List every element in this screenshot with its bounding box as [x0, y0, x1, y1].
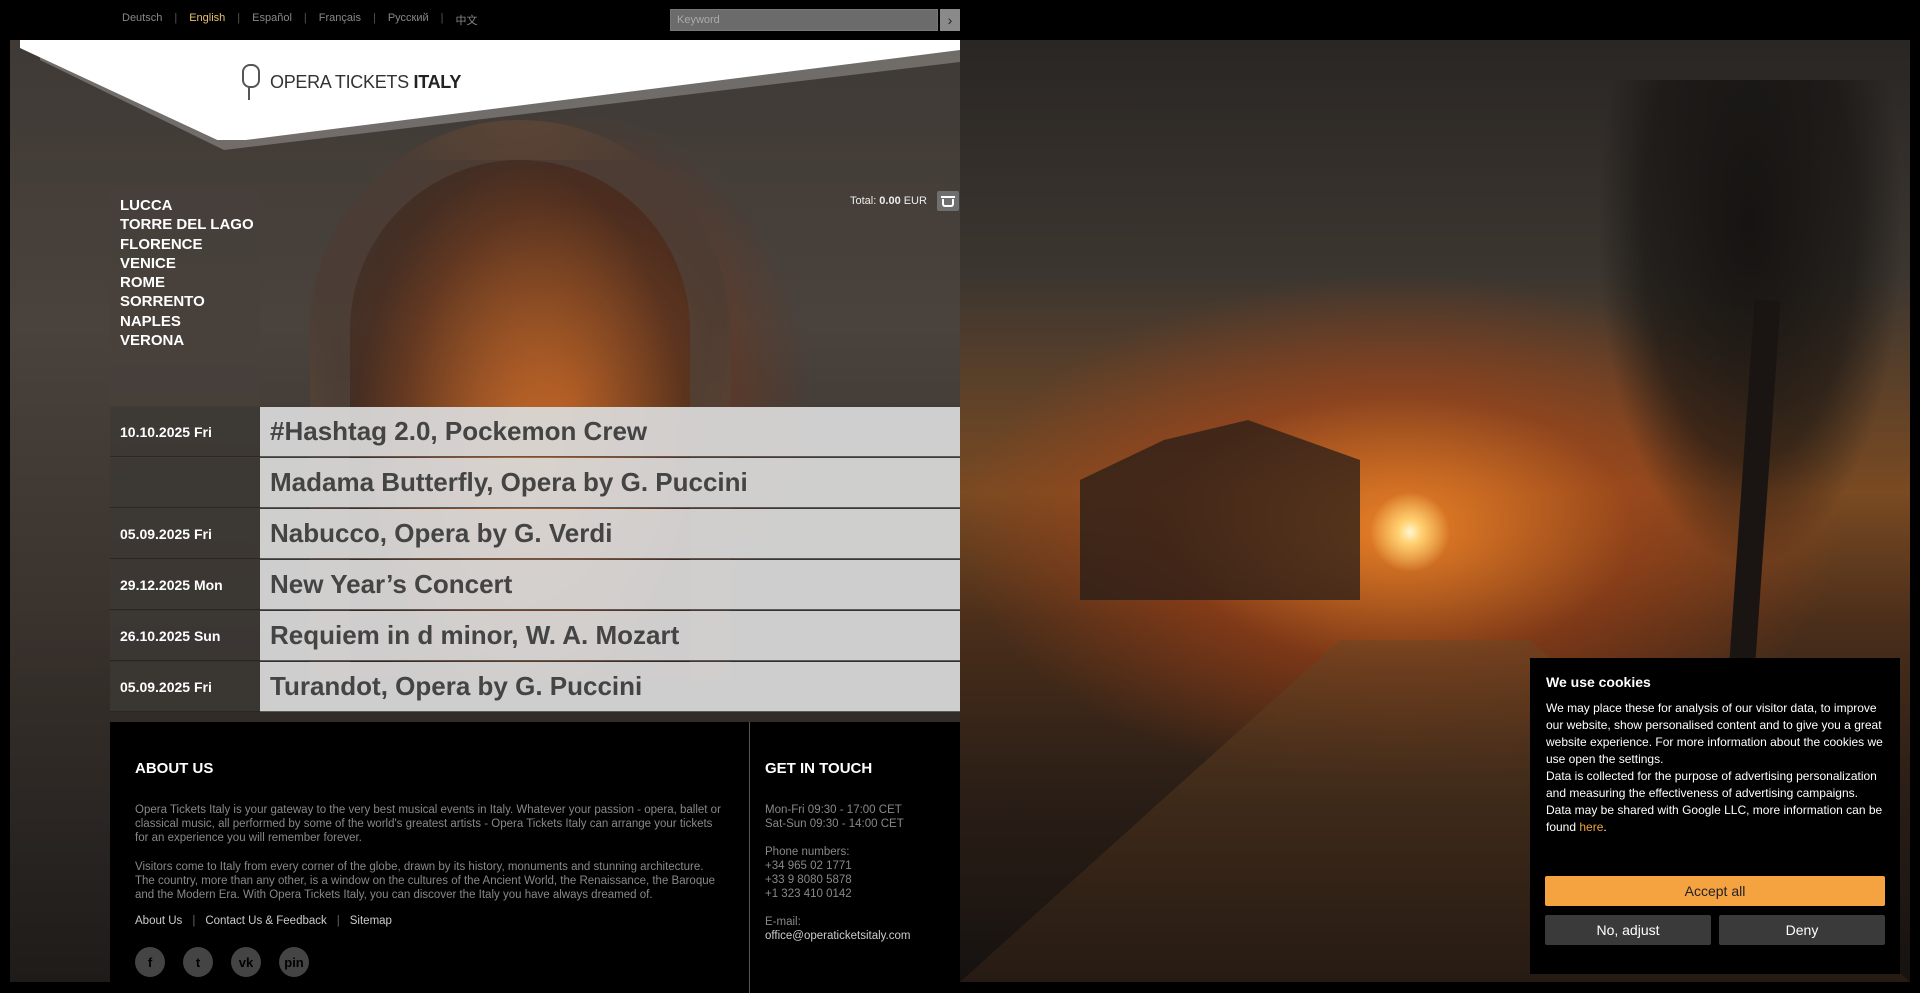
event-date: 29.12.2025 Mon — [110, 560, 260, 610]
event-row[interactable]: Madama Butterfly, Opera by G. Puccini — [110, 458, 960, 509]
logo-text: OPERA TICKETS — [270, 71, 414, 92]
deny-button[interactable]: Deny — [1719, 915, 1885, 945]
site-logo[interactable]: OPERA TICKETS ITALY — [236, 62, 461, 102]
cart-total-label: Total: — [850, 195, 877, 207]
footer-link-about[interactable]: About Us — [135, 915, 182, 927]
city-nav: LUCCA TORRE DEL LAGO FLORENCE VENICE ROM… — [110, 190, 260, 405]
phone-number[interactable]: +34 965 02 1771 — [765, 859, 910, 873]
map-pin-icon[interactable]: pin — [279, 947, 309, 977]
city-link-rome[interactable]: ROME — [120, 273, 250, 292]
cart-button[interactable] — [936, 191, 959, 211]
email-label: E-mail: — [765, 916, 801, 928]
about-section: ABOUT US Opera Tickets Italy is your gat… — [110, 722, 750, 993]
cookie-consent-dialog: We use cookies We may place these for an… — [1530, 658, 1900, 974]
phone-number[interactable]: +33 9 8080 5878 — [765, 873, 910, 887]
event-row[interactable]: 05.09.2025 Fri Nabucco, Opera by G. Verd… — [110, 509, 960, 560]
lang-fr[interactable]: Français — [319, 12, 361, 28]
lang-de[interactable]: Deutsch — [122, 12, 162, 28]
lang-ru[interactable]: Русский — [388, 12, 429, 28]
footer-link-sitemap[interactable]: Sitemap — [350, 915, 392, 927]
cart-summary: Total: 0.00 EUR — [850, 191, 959, 211]
event-date: 10.10.2025 Fri — [110, 407, 260, 457]
about-paragraph: Visitors come to Italy from every corner… — [135, 861, 716, 901]
event-title[interactable]: Madama Butterfly, Opera by G. Puccini — [260, 458, 960, 508]
event-date: 05.09.2025 Fri — [110, 662, 260, 712]
footer-links: About Us | Contact Us & Feedback | Sitem… — [135, 915, 392, 927]
search-box: › — [670, 9, 960, 31]
event-row[interactable]: 10.10.2025 Fri #Hashtag 2.0, Pockemon Cr… — [110, 407, 960, 458]
email-link[interactable]: office@operaticketsitaly.com — [765, 929, 910, 943]
vk-icon[interactable]: vk — [231, 947, 261, 977]
cookie-text: Data is collected for the purpose of adv… — [1546, 769, 1877, 800]
about-paragraph: Opera Tickets Italy is your gateway to t… — [135, 804, 721, 844]
adjust-button[interactable]: No, adjust — [1545, 915, 1711, 945]
city-link-verona[interactable]: VERONA — [120, 331, 250, 350]
cookie-here-link[interactable]: here — [1579, 820, 1603, 834]
event-title[interactable]: Requiem in d minor, W. A. Mozart — [260, 611, 960, 661]
city-link-naples[interactable]: NAPLES — [120, 312, 250, 331]
contact-title: GET IN TOUCH — [765, 760, 873, 777]
footer-link-contact[interactable]: Contact Us & Feedback — [205, 915, 326, 927]
event-row[interactable]: 26.10.2025 Sun Requiem in d minor, W. A.… — [110, 611, 960, 662]
basket-icon — [940, 196, 955, 207]
event-date: 05.09.2025 Fri — [110, 509, 260, 559]
microphone-icon — [236, 62, 262, 102]
about-title: ABOUT US — [135, 760, 214, 777]
phone-label: Phone numbers: — [765, 846, 850, 858]
logo-text-bold: ITALY — [413, 71, 462, 92]
language-switcher: Deutsch | English | Español | Français |… — [122, 12, 478, 28]
city-link-torre-del-lago[interactable]: TORRE DEL LAGO — [120, 215, 254, 234]
cart-total-amount: 0.00 — [879, 195, 901, 207]
colosseum-shape — [1080, 420, 1360, 600]
city-link-lucca[interactable]: LUCCA — [120, 196, 250, 215]
hours-weekend: Sat-Sun 09:30 - 14:00 CET — [765, 818, 904, 830]
lang-en[interactable]: English — [189, 12, 225, 28]
city-link-venice[interactable]: VENICE — [120, 254, 250, 273]
lang-zh[interactable]: 中文 — [456, 12, 478, 28]
event-row[interactable]: 05.09.2025 Fri Turandot, Opera by G. Puc… — [110, 662, 960, 713]
search-submit-button[interactable]: › — [940, 9, 960, 31]
event-row[interactable]: 29.12.2025 Mon New Year’s Concert — [110, 560, 960, 611]
chevron-right-icon: › — [947, 12, 953, 28]
social-links: f t vk pin — [135, 947, 724, 977]
lang-es[interactable]: Español — [252, 12, 292, 28]
accept-all-button[interactable]: Accept all — [1545, 876, 1885, 906]
event-date — [110, 458, 260, 508]
search-input[interactable] — [670, 9, 938, 31]
cookie-title: We use cookies — [1546, 674, 1651, 690]
top-bar: Deutsch | English | Español | Français |… — [0, 0, 1920, 40]
cart-currency: EUR — [903, 195, 927, 207]
event-date: 26.10.2025 Sun — [110, 611, 260, 661]
twitter-icon[interactable]: t — [183, 947, 213, 977]
event-title[interactable]: #Hashtag 2.0, Pockemon Crew — [260, 407, 960, 457]
event-title[interactable]: New Year’s Concert — [260, 560, 960, 610]
cookie-text: We may place these for analysis of our v… — [1546, 701, 1883, 766]
event-title[interactable]: Nabucco, Opera by G. Verdi — [260, 509, 960, 559]
city-link-sorrento[interactable]: SORRENTO — [120, 292, 250, 311]
contact-section: GET IN TOUCH Mon-Fri 09:30 - 17:00 CET S… — [750, 722, 925, 993]
city-link-florence[interactable]: FLORENCE — [120, 235, 250, 254]
events-list: 10.10.2025 Fri #Hashtag 2.0, Pockemon Cr… — [110, 407, 960, 713]
footer: ABOUT US Opera Tickets Italy is your gat… — [110, 722, 960, 993]
hours-weekday: Mon-Fri 09:30 - 17:00 CET — [765, 804, 902, 816]
phone-number[interactable]: +1 323 410 0142 — [765, 887, 910, 901]
event-title[interactable]: Turandot, Opera by G. Puccini — [260, 662, 960, 712]
facebook-icon[interactable]: f — [135, 947, 165, 977]
